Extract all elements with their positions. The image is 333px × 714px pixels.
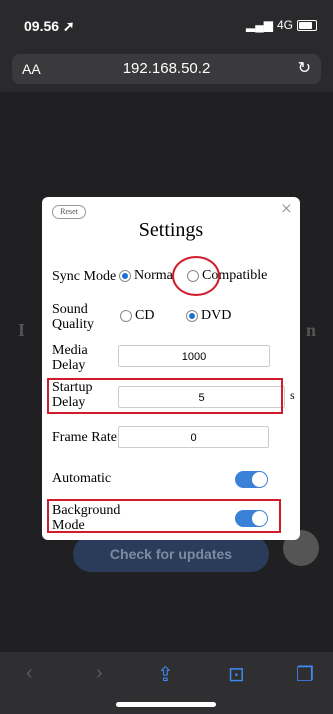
sound-quality-cd-radio[interactable]: CD — [120, 308, 154, 324]
status-time: 09.56 ➚ — [24, 18, 75, 34]
bookmarks-icon[interactable]: ⊡ — [228, 662, 245, 687]
close-icon[interactable]: × — [281, 199, 292, 219]
tabs-icon[interactable]: ❐ — [296, 662, 314, 687]
sound-quality-label: Sound Quality — [52, 302, 94, 332]
back-icon[interactable]: ‹ — [26, 662, 33, 685]
startup-delay-unit: s — [290, 388, 295, 402]
radio-checked-icon — [186, 310, 198, 322]
url-text[interactable]: 192.168.50.2 — [12, 60, 321, 77]
status-indicators: ▂▄▆ 4G — [246, 18, 317, 32]
check-for-updates-button[interactable]: Check for updates — [73, 536, 269, 572]
share-icon[interactable]: ⇪ — [157, 662, 174, 687]
signal-icon: ▂▄▆ — [246, 18, 273, 32]
background-text: I — [18, 320, 26, 340]
network-label: 4G — [276, 18, 293, 32]
frame-rate-label: Frame Rate — [52, 430, 117, 445]
automatic-toggle[interactable] — [235, 471, 268, 488]
forward-icon[interactable]: › — [96, 662, 103, 685]
reset-button[interactable]: Reset — [52, 205, 86, 219]
media-delay-input[interactable]: 1000 — [118, 345, 270, 367]
home-indicator — [116, 702, 216, 707]
radio-checked-icon — [119, 270, 131, 282]
background-mode-toggle[interactable] — [235, 510, 268, 527]
media-delay-label: Media Delay — [52, 343, 88, 373]
battery-icon — [297, 19, 317, 31]
radio-unchecked-icon — [187, 270, 199, 282]
background-mode-label: Background Mode — [52, 503, 121, 533]
address-bar[interactable]: AA 192.168.50.2 ↻ — [12, 54, 321, 84]
reload-icon[interactable]: ↻ — [298, 58, 311, 78]
automatic-label: Automatic — [52, 471, 112, 486]
sync-mode-label: Sync Mode — [52, 269, 117, 284]
toggle-knob — [252, 511, 267, 526]
startup-delay-label: Startup Delay — [52, 380, 93, 410]
modal-title: Settings — [138, 219, 204, 241]
sync-mode-compatible-radio[interactable]: Compatible — [187, 268, 267, 284]
settings-modal: Reset × Settings Sync Mode Norma Compati… — [42, 197, 300, 540]
status-bar: 09.56 ➚ ▂▄▆ 4G — [0, 0, 333, 48]
startup-delay-input[interactable]: 5 — [118, 386, 285, 408]
frame-rate-input[interactable]: 0 — [118, 426, 269, 448]
radio-unchecked-icon — [120, 310, 132, 322]
sound-quality-dvd-radio[interactable]: DVD — [186, 308, 231, 324]
sync-mode-normal-radio[interactable]: Norma — [119, 268, 173, 284]
background-text: n — [306, 320, 317, 340]
toggle-knob — [252, 472, 267, 487]
